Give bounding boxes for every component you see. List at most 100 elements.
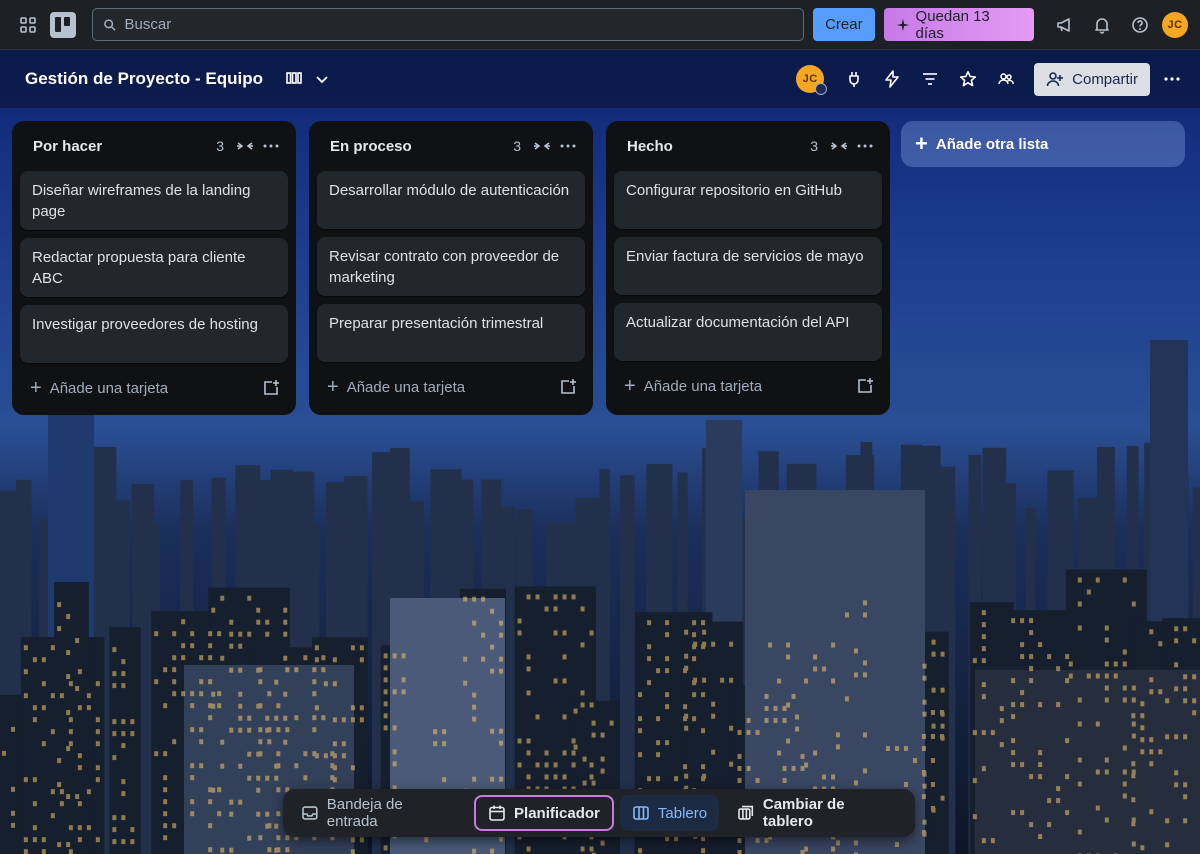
background-window-light: [383, 677, 388, 683]
filter-icon[interactable]: [914, 63, 946, 95]
nav-inbox[interactable]: Bandeja de entrada: [289, 795, 468, 831]
card[interactable]: Preparar presentación trimestral: [317, 304, 585, 362]
card[interactable]: Desarrollar módulo de autenticación: [317, 171, 585, 229]
background-window-light: [1077, 829, 1082, 835]
background-window-light: [247, 751, 252, 757]
board-title[interactable]: Gestión de Proyecto - Equipo: [25, 69, 263, 89]
add-card-button[interactable]: + Añade una tarjeta: [327, 377, 465, 397]
create-from-template-icon[interactable]: [555, 374, 581, 400]
background-window-light: [1174, 770, 1179, 776]
plus-icon: +: [327, 376, 339, 398]
background-window-light: [401, 677, 406, 683]
background-window-light: [1095, 769, 1100, 775]
background-window-light: [163, 775, 168, 781]
background-window-light: [1068, 673, 1073, 679]
list-actions-more-icon[interactable]: [258, 133, 284, 159]
background-window-light: [1192, 698, 1197, 704]
star-icon[interactable]: [952, 63, 984, 95]
collapse-list-icon[interactable]: [529, 133, 555, 159]
trello-logo-icon[interactable]: [50, 11, 76, 38]
background-window-light: [172, 667, 177, 673]
background-window-light: [41, 705, 46, 711]
background-window-light: [1122, 697, 1127, 703]
list-en-proceso[interactable]: En proceso 3 Desarrollar módulo de auten…: [309, 121, 593, 415]
list-por-hacer[interactable]: Por hacer 3 Diseñar wireframes de la lan…: [12, 121, 296, 415]
card[interactable]: Diseñar wireframes de la landing page: [20, 171, 288, 230]
list-title[interactable]: En proceso: [330, 138, 412, 155]
list-actions-more-icon[interactable]: [555, 133, 581, 159]
background-window-light: [247, 835, 252, 841]
board-member-avatar[interactable]: JC: [796, 65, 828, 95]
background-window-light: [154, 679, 159, 685]
background-window-light: [23, 837, 28, 843]
card[interactable]: Configurar repositorio en GitHub: [614, 171, 882, 229]
add-card-button[interactable]: + Añade una tarjeta: [30, 378, 168, 398]
card[interactable]: Investigar proveedores de hosting: [20, 305, 288, 363]
power-ups-icon[interactable]: [838, 63, 870, 95]
background-window-light: [112, 827, 117, 833]
background-window-light: [121, 719, 126, 725]
create-from-template-icon[interactable]: [852, 373, 878, 399]
list-title[interactable]: Por hacer: [33, 138, 102, 155]
megaphone-icon[interactable]: [1048, 9, 1080, 41]
background-window-light: [50, 729, 55, 735]
trial-days-button[interactable]: Quedan 13 días: [883, 8, 1034, 42]
plus-icon: +: [624, 375, 636, 397]
background-window-light: [130, 731, 135, 737]
background-window-light: [791, 693, 796, 699]
background-window-light: [112, 755, 117, 761]
create-from-template-icon[interactable]: [258, 375, 284, 401]
background-window-light: [190, 643, 195, 649]
share-label: Compartir: [1072, 70, 1138, 88]
background-window-light: [463, 656, 468, 662]
background-window-light: [265, 619, 270, 625]
apps-switcher-icon[interactable]: [12, 9, 44, 41]
background-window-light: [256, 775, 261, 781]
background-window-light: [1011, 702, 1016, 708]
background-window-light: [1104, 637, 1109, 643]
background-window-light: [981, 658, 986, 664]
user-avatar[interactable]: JC: [1162, 11, 1188, 38]
background-window-light: [247, 727, 252, 733]
list-hecho[interactable]: Hecho 3 Configurar repositorio en GitHub…: [606, 121, 890, 415]
nav-planner[interactable]: Planificador: [474, 795, 614, 831]
add-list-button[interactable]: + Añade otra lista: [901, 121, 1185, 167]
card[interactable]: Enviar factura de servicios de mayo: [614, 237, 882, 295]
list-title[interactable]: Hecho: [627, 138, 673, 155]
background-window-light: [764, 717, 769, 723]
background-window-light: [172, 655, 177, 661]
search-input[interactable]: [124, 16, 794, 33]
background-window-light: [647, 644, 652, 650]
search-box[interactable]: [91, 8, 805, 41]
background-window-light: [656, 716, 661, 722]
card[interactable]: Redactar propuesta para cliente ABC: [20, 238, 288, 297]
notifications-bell-icon[interactable]: [1086, 9, 1118, 41]
automation-lightning-icon[interactable]: [876, 63, 908, 95]
card[interactable]: Revisar contrato con proveedor de market…: [317, 237, 585, 296]
board-icon: [633, 806, 649, 820]
collapse-list-icon[interactable]: [232, 133, 258, 159]
background-window-light: [274, 679, 279, 685]
background-window-light: [2, 750, 6, 756]
share-button[interactable]: Compartir: [1034, 62, 1150, 96]
card[interactable]: Actualizar documentación del API: [614, 303, 882, 361]
background-window-light: [433, 729, 438, 735]
list-actions-more-icon[interactable]: [852, 133, 878, 159]
nav-switch-board[interactable]: Cambiar de tablero: [725, 795, 909, 831]
background-window-light: [647, 620, 652, 626]
background-window-light: [1183, 674, 1188, 680]
visibility-members-icon[interactable]: [990, 63, 1022, 95]
board-view-switcher[interactable]: [285, 70, 331, 88]
board-menu-more-icon[interactable]: [1156, 63, 1188, 95]
help-icon[interactable]: [1124, 9, 1156, 41]
nav-board[interactable]: Tablero: [619, 795, 720, 831]
background-window-light: [701, 692, 706, 698]
background-window-light: [276, 847, 281, 853]
background-window-light: [163, 751, 168, 757]
background-window-light: [990, 730, 995, 736]
background-window-light: [822, 666, 827, 672]
background-window-light: [720, 677, 725, 683]
add-card-button[interactable]: + Añade una tarjeta: [624, 376, 762, 396]
collapse-list-icon[interactable]: [826, 133, 852, 159]
create-button[interactable]: Crear: [813, 8, 875, 41]
